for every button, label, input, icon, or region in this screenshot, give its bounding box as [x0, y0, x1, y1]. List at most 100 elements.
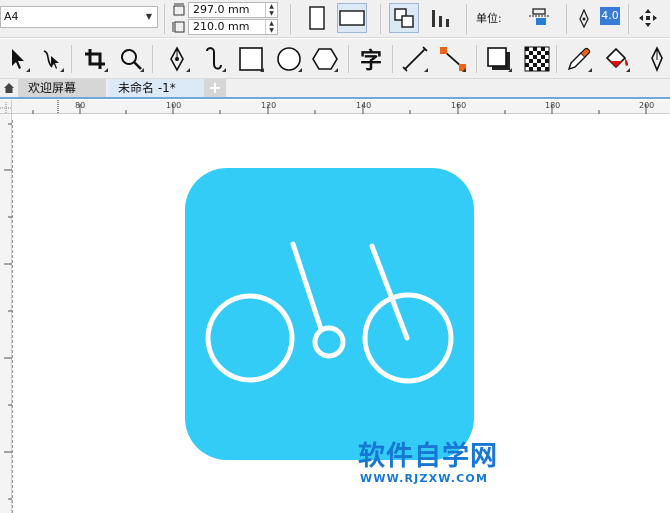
- tab-untitled-document[interactable]: 未命名 -1*: [108, 79, 204, 97]
- page-height-value: 210.0 mm: [193, 20, 250, 33]
- landscape-button[interactable]: [337, 3, 367, 33]
- ruler-origin-icon: [0, 102, 12, 114]
- separator: [628, 4, 629, 34]
- flyout-indicator: [424, 68, 428, 72]
- separator: [466, 4, 467, 34]
- artistic-media-button[interactable]: [198, 43, 228, 75]
- page-height-field[interactable]: 210.0 mm ▲ ▼: [188, 19, 278, 35]
- separator: [556, 45, 557, 73]
- eyedropper-tool-button[interactable]: [564, 43, 594, 75]
- dimension-tool-button[interactable]: [400, 43, 430, 75]
- separator: [152, 45, 153, 73]
- flyout-indicator: [104, 68, 108, 72]
- portrait-button[interactable]: [302, 3, 332, 33]
- page-width-value: 297.0 mm: [193, 3, 250, 16]
- nudge-icon: [529, 8, 549, 25]
- home-tab[interactable]: [0, 79, 18, 97]
- flyout-indicator: [260, 68, 264, 72]
- flyout-indicator: [186, 68, 190, 72]
- coreldraw-window: A4 ▼ 297.0 mm ▲ ▼ 210.0 mm ▲ ▼ 单位: 4.0 字…: [0, 0, 670, 513]
- flyout-indicator: [140, 68, 144, 72]
- shape-tool-button[interactable]: [36, 43, 66, 75]
- page-size-select[interactable]: A4 ▼: [0, 6, 158, 28]
- flyout-indicator: [222, 68, 226, 72]
- flyout-indicator: [588, 68, 592, 72]
- add-tab-button[interactable]: +: [204, 79, 226, 97]
- portrait-icon: [309, 6, 325, 30]
- separator: [290, 4, 291, 34]
- vertical-ruler[interactable]: [0, 114, 12, 513]
- interactive-fill-button[interactable]: [602, 43, 632, 75]
- horizontal-ruler-ticks: [32, 100, 647, 114]
- page-border: [12, 120, 15, 513]
- landscape-icon: [339, 10, 365, 26]
- spinner-icon[interactable]: ▲ ▼: [265, 3, 277, 17]
- separator: [566, 4, 567, 34]
- drop-shadow-tool-button[interactable]: [484, 43, 514, 75]
- shape-tool-icon: [43, 50, 59, 69]
- separator: [392, 45, 393, 73]
- ruler-label: 100: [166, 101, 182, 110]
- bike-sharing-app-icon[interactable]: [185, 168, 474, 460]
- site-watermark: 软件自学网 WWW.RJZXW.COM: [358, 440, 508, 490]
- crop-tool-button[interactable]: [80, 43, 110, 75]
- outline-width-field[interactable]: 4.0: [600, 7, 620, 25]
- unit-label: 单位:: [476, 12, 502, 25]
- freehand-tool-button[interactable]: [162, 43, 192, 75]
- current-page-button[interactable]: [426, 3, 456, 33]
- transparency-tool-button[interactable]: [522, 43, 552, 75]
- connector-tool-button[interactable]: [438, 43, 468, 75]
- flyout-indicator: [26, 68, 30, 72]
- ruler-label: 80: [75, 101, 86, 110]
- current-page-icon: [432, 10, 449, 27]
- page-height-icon: [172, 21, 185, 33]
- horizontal-ruler[interactable]: 80 100 120 140 160 180 200: [12, 100, 670, 114]
- separator: [476, 45, 477, 73]
- text-tool-button[interactable]: 字: [356, 43, 386, 75]
- pointer-icon: [12, 49, 24, 69]
- watermark-title: 软件自学网: [358, 441, 498, 472]
- ruler-label: 200: [639, 101, 655, 110]
- home-icon: [4, 83, 14, 93]
- pick-tool-button[interactable]: [2, 43, 32, 75]
- pen-tip-icon: [651, 46, 663, 72]
- outline-pen-icon: [579, 9, 589, 29]
- spinner-icon[interactable]: ▲ ▼: [265, 20, 277, 34]
- tab-welcome-screen[interactable]: 欢迎屏幕: [18, 79, 106, 97]
- separator: [71, 45, 72, 73]
- toolbox: 字: [0, 39, 670, 79]
- move-icon[interactable]: [638, 8, 658, 28]
- ruler-label: 180: [545, 101, 561, 110]
- drawing-canvas[interactable]: [12, 115, 670, 513]
- pages-icon: [394, 8, 414, 28]
- page-width-field[interactable]: 297.0 mm ▲ ▼: [188, 2, 278, 18]
- flyout-indicator: [60, 68, 64, 72]
- zoom-tool-button[interactable]: [116, 43, 146, 75]
- flyout-indicator: [334, 68, 338, 72]
- ruler-corner[interactable]: [0, 100, 12, 114]
- chevron-down-icon: ▼: [145, 12, 153, 21]
- nudge-button[interactable]: [524, 3, 554, 33]
- smart-fill-button[interactable]: [642, 43, 670, 75]
- ruler-label: 160: [451, 101, 467, 110]
- icon-background: [185, 168, 474, 460]
- rectangle-tool-button[interactable]: [236, 43, 266, 75]
- page-size-value: A4: [4, 10, 19, 23]
- separator: [380, 4, 381, 34]
- flyout-indicator: [508, 68, 512, 72]
- ellipse-tool-button[interactable]: [274, 43, 304, 75]
- all-pages-button[interactable]: [389, 3, 419, 33]
- flyout-indicator: [298, 68, 302, 72]
- flyout-indicator: [462, 68, 466, 72]
- document-tab-bar: 欢迎屏幕 未命名 -1* +: [0, 79, 670, 99]
- polygon-tool-button[interactable]: [310, 43, 340, 75]
- ruler-label: 120: [261, 101, 277, 110]
- separator: [348, 45, 349, 73]
- checkerboard-icon: [524, 46, 550, 72]
- page-width-icon: [173, 3, 185, 16]
- vertical-ruler-ticks: [4, 123, 12, 500]
- watermark-url: WWW.RJZXW.COM: [360, 472, 489, 485]
- property-bar: A4 ▼ 297.0 mm ▲ ▼ 210.0 mm ▲ ▼ 单位: 4.0: [0, 0, 670, 38]
- separator: [164, 4, 165, 34]
- flyout-indicator: [626, 68, 630, 72]
